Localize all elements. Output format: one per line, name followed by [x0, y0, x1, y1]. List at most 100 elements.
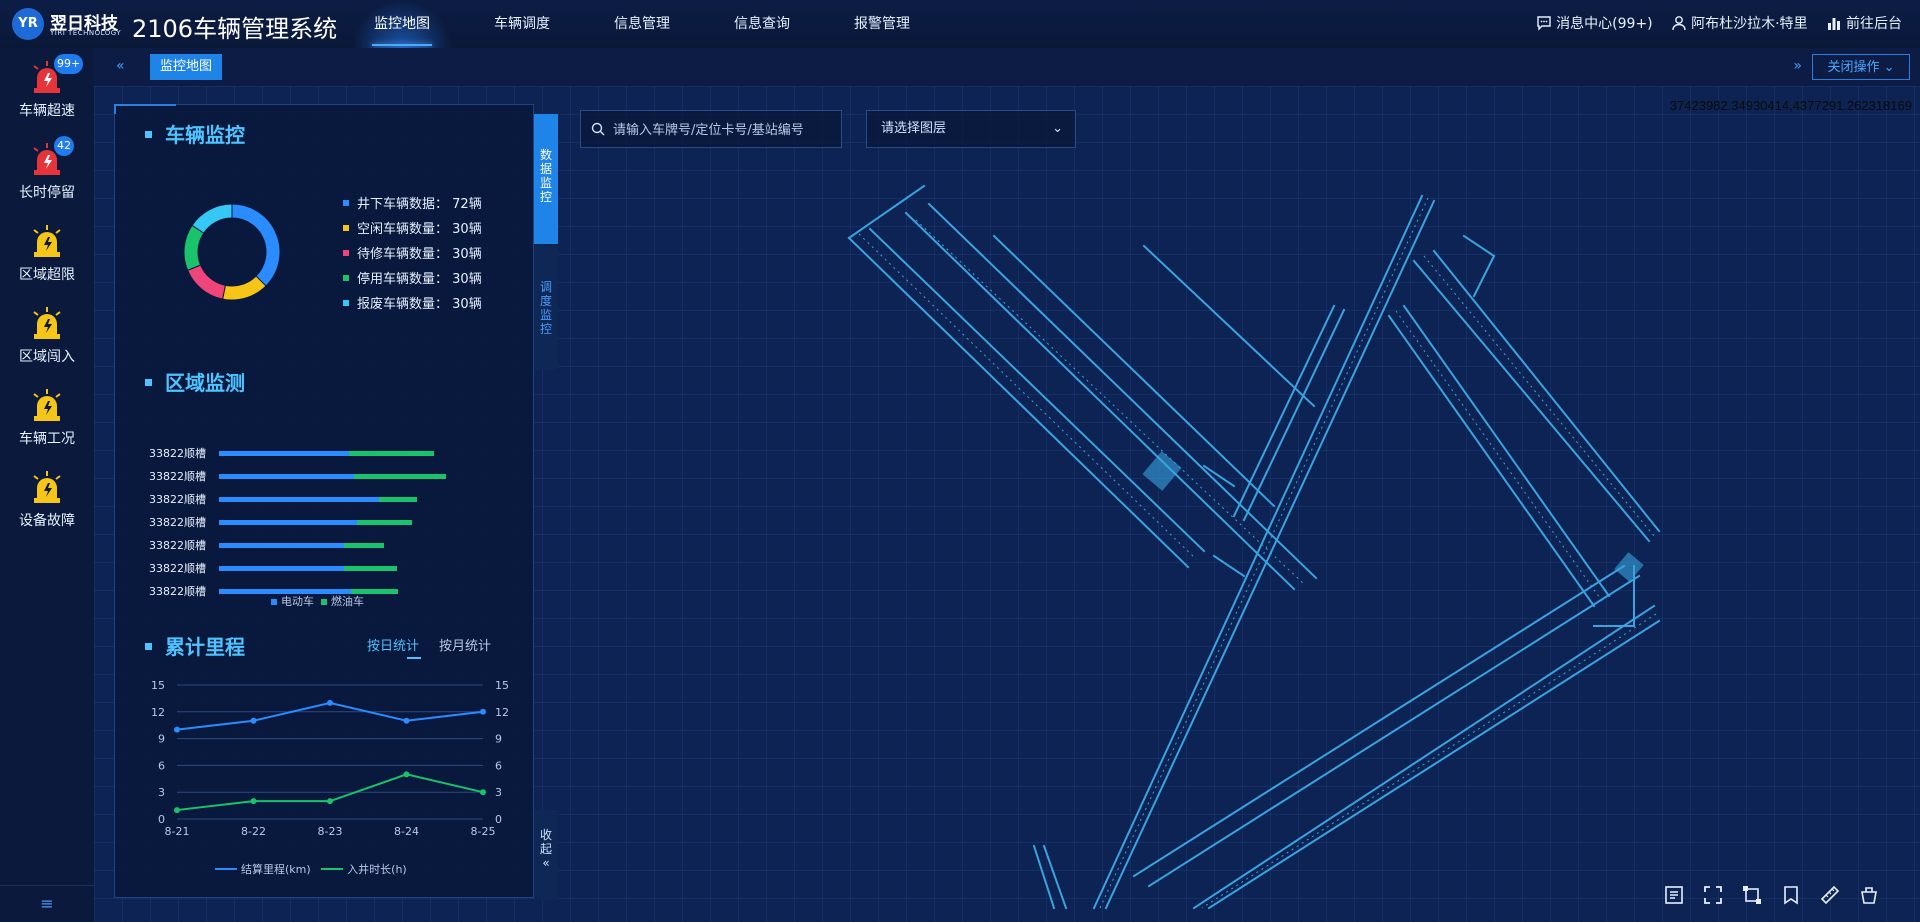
bar-label: 33822顺槽 [149, 447, 206, 460]
tab-monthly-stats[interactable]: 按月统计 [439, 635, 491, 654]
data-point [250, 717, 257, 724]
y-tick-label-right: 9 [495, 733, 502, 746]
vehicle-legend-item: 待修车辆数量： 30辆 [343, 243, 482, 262]
donut-slice [187, 264, 226, 300]
area-legend: 电动车 燃油车 [271, 593, 364, 609]
clear-tool-icon[interactable] [1858, 884, 1880, 910]
y-tick-label-left: 15 [151, 679, 165, 692]
data-point [480, 708, 486, 715]
search-input[interactable] [611, 119, 837, 141]
user-menu[interactable]: 阿布杜沙拉木·特里 [1671, 0, 1808, 48]
mileage-line-chart: 0 03 36 69 912 1215 158-21 8-22 8-23 8-24 8-25 [151, 679, 509, 838]
x-tick-label: 8-22 [241, 825, 266, 838]
tab-scroll-left-icon[interactable]: « [116, 58, 125, 74]
tab-dispatch-monitor[interactable]: 调度监控 [534, 246, 558, 370]
y-tick-label-left: 9 [158, 733, 165, 746]
siren-icon [33, 225, 61, 257]
sidebar-item-area-overlimit[interactable]: 区域超限 [0, 218, 94, 288]
vehicle-legend-item: 报废车辆数量： 30辆 [343, 293, 482, 312]
bar-electric [219, 543, 344, 548]
go-backend[interactable]: 前往后台 [1826, 0, 1902, 48]
bar-label: 33822顺槽 [149, 562, 206, 575]
sidebar-item-overspeed[interactable]: 99+ 车辆超速 [0, 54, 94, 124]
nav-item-monitor-map[interactable]: 监控地图 [352, 0, 452, 48]
legend-dot [343, 275, 349, 281]
ruler-tool-icon[interactable] [1819, 884, 1841, 910]
mileage-legend: 结算里程(km) 入井时长(h) [215, 861, 407, 877]
data-point [403, 717, 410, 724]
data-panel: 车辆监控 井下车辆数据： 72辆 空闲车辆数量： 30辆 待修车辆数量： 30辆… [114, 104, 534, 898]
frame-select-tool-icon[interactable] [1741, 884, 1763, 910]
user-icon [1672, 16, 1686, 31]
bar-electric [219, 451, 349, 456]
legend-value: 30辆 [452, 222, 482, 237]
donut-slice [231, 203, 281, 287]
data-point [174, 807, 180, 814]
legend-value: 30辆 [452, 297, 482, 312]
section-marker [145, 643, 152, 650]
active-tab-underline [407, 657, 421, 659]
y-tick-label-left: 3 [158, 786, 165, 799]
bar-label: 33822顺槽 [149, 493, 206, 506]
map-toolbar [1651, 884, 1880, 912]
message-center[interactable]: 消息中心(99+) [1536, 0, 1653, 48]
bookmark-tool-icon[interactable] [1780, 884, 1802, 910]
close-ops-dropdown[interactable]: 关闭操作 ⌄ [1812, 54, 1910, 80]
x-tick-label: 8-25 [471, 825, 496, 838]
vehicle-legend-item: 停用车辆数量： 30辆 [343, 268, 482, 287]
legend-dot [343, 300, 349, 306]
alarm-sidebar: 99+ 车辆超速 42 长时停留 区域超限 区域闯入 车辆工况 设备故障 ≡ [0, 48, 95, 922]
tab-data-monitor[interactable]: 数据监控 [534, 114, 558, 244]
sidebar-item-label: 车辆工况 [19, 431, 75, 447]
sidebar-item-vehicle-condition[interactable]: 车辆工况 [0, 382, 94, 452]
tab-monitor-map[interactable]: 监控地图 [150, 54, 223, 80]
sidebar-item-area-intrusion[interactable]: 区域闯入 [0, 300, 94, 370]
sidebar-item-long-stay[interactable]: 42 长时停留 [0, 136, 94, 206]
layer-select[interactable]: 请选择图层 ⌄ [866, 110, 1076, 148]
data-point [250, 798, 257, 805]
y-tick-label-right: 15 [495, 679, 509, 692]
fullscreen-tool-icon[interactable] [1702, 884, 1724, 910]
legend-dot [321, 599, 327, 605]
donut-slice [191, 203, 233, 234]
data-point [327, 798, 333, 805]
legend-label: 空闲车辆数量： [357, 222, 449, 237]
sidebar-menu-toggle[interactable]: ≡ [0, 885, 94, 922]
go-backend-label: 前往后台 [1846, 16, 1902, 32]
bar-chart-icon [1828, 18, 1840, 30]
tab-daily-stats[interactable]: 按日统计 [367, 635, 419, 654]
series-line [176, 701, 484, 731]
nav-item-info-manage[interactable]: 信息管理 [592, 0, 692, 48]
tab-dispatch-monitor-label: 调度监控 [540, 280, 553, 336]
close-ops-label: 关闭操作 [1827, 60, 1880, 75]
bar-electric [219, 497, 379, 502]
x-tick-label: 8-21 [165, 825, 190, 838]
data-point [480, 789, 486, 796]
y-tick-label-right: 3 [495, 786, 502, 799]
x-tick-label: 8-24 [394, 825, 419, 838]
nav-item-alarm-manage[interactable]: 报警管理 [832, 0, 932, 48]
logo: YR 翌日科技 YIRI TECHNOLOGY [12, 8, 122, 40]
nav-item-info-query[interactable]: 信息查询 [712, 0, 812, 48]
bar-fuel [379, 497, 417, 502]
vehicle-legend-item: 空闲车辆数量： 30辆 [343, 218, 482, 237]
collapse-panel-button[interactable]: 收起 « [534, 810, 558, 900]
y-tick-label-left: 12 [151, 706, 165, 719]
legend-dot [343, 225, 349, 231]
search-box[interactable] [580, 110, 842, 148]
x-tick-label: 8-23 [318, 825, 343, 838]
nav-item-vehicle-dispatch[interactable]: 车辆调度 [472, 0, 572, 48]
tab-scroll-right-icon[interactable]: » [1793, 58, 1802, 74]
sidebar-item-label: 区域超限 [19, 267, 75, 283]
bar-electric [219, 474, 354, 479]
bar-label: 33822顺槽 [149, 516, 206, 529]
coordinate-readout: 37423982.34930414,4377291.262318169 [1669, 98, 1912, 113]
message-center-label: 消息中心(99+) [1556, 16, 1653, 32]
sidebar-item-label: 车辆超速 [19, 103, 75, 119]
legend-tool-icon[interactable] [1663, 884, 1685, 910]
section-title-area-monitor: 区域监测 [165, 371, 245, 395]
legend-label: 待修车辆数量： [357, 247, 449, 262]
app-title: 2106车辆管理系统 [132, 15, 338, 43]
bar-fuel [357, 520, 412, 525]
sidebar-item-device-fault[interactable]: 设备故障 [0, 464, 94, 534]
